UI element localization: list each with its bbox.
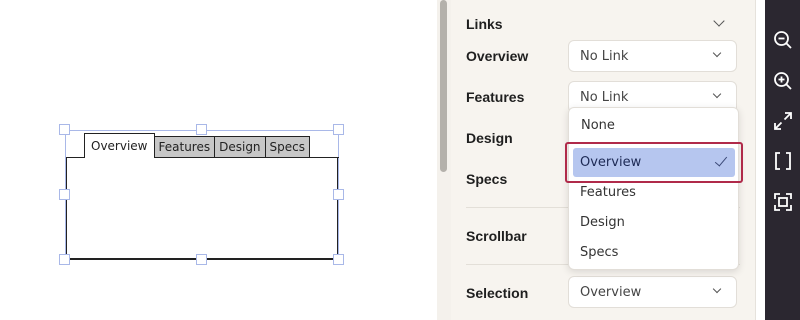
dropdown-option-features[interactable]: Features <box>580 185 636 200</box>
selection-value: Overview <box>580 284 642 300</box>
dropdown-option-none[interactable]: None <box>581 118 615 133</box>
specs-label: Specs <box>466 171 508 187</box>
expand-icon[interactable] <box>772 110 794 132</box>
features-label: Features <box>466 89 525 105</box>
resize-handle-right[interactable] <box>333 189 344 200</box>
design-label: Design <box>466 130 513 146</box>
tab-features[interactable]: Features <box>153 136 216 158</box>
resize-handle-bottom[interactable] <box>196 254 207 265</box>
dropdown-option-design[interactable]: Design <box>580 215 625 230</box>
resize-handle-bottom-left[interactable] <box>59 254 70 265</box>
focus-ring <box>565 142 743 183</box>
tab-baseline-left <box>66 157 86 158</box>
resize-handle-top-left[interactable] <box>59 124 70 135</box>
panel-edge <box>755 0 765 320</box>
scrollbar-label: Scrollbar <box>466 228 527 244</box>
tab-specs[interactable]: Specs <box>264 136 311 158</box>
zoom-in-icon[interactable] <box>772 70 794 92</box>
tab-overview[interactable]: Overview <box>84 133 155 158</box>
overview-label: Overview <box>466 48 529 64</box>
resize-handle-top-right[interactable] <box>333 124 344 135</box>
overview-link-value: No Link <box>580 48 629 64</box>
tabs-widget[interactable]: Overview Features Design Specs <box>59 124 344 265</box>
tab-strip: Overview Features Design Specs <box>84 133 311 158</box>
chevron-down-icon <box>712 48 722 58</box>
features-link-value: No Link <box>580 89 629 105</box>
design-canvas[interactable]: Overview Features Design Specs <box>0 0 437 320</box>
overview-link-select[interactable]: No Link <box>568 40 737 72</box>
chevron-down-icon <box>712 284 722 294</box>
resize-handle-left[interactable] <box>59 189 70 200</box>
chevron-down-icon <box>712 89 722 99</box>
fit-frame-icon[interactable] <box>772 191 794 213</box>
resize-handle-bottom-right[interactable] <box>333 254 344 265</box>
tab-design[interactable]: Design <box>214 136 266 158</box>
canvas-scrollbar-thumb[interactable] <box>440 0 447 172</box>
selection-label: Selection <box>466 285 529 301</box>
zoom-out-icon[interactable] <box>772 29 794 51</box>
selection-select[interactable]: Overview <box>568 276 737 308</box>
brackets-icon[interactable] <box>772 150 794 172</box>
dropdown-option-specs[interactable]: Specs <box>580 245 618 260</box>
links-heading: Links <box>466 16 503 32</box>
tab-content-area <box>66 157 338 260</box>
resize-handle-top[interactable] <box>196 124 207 135</box>
